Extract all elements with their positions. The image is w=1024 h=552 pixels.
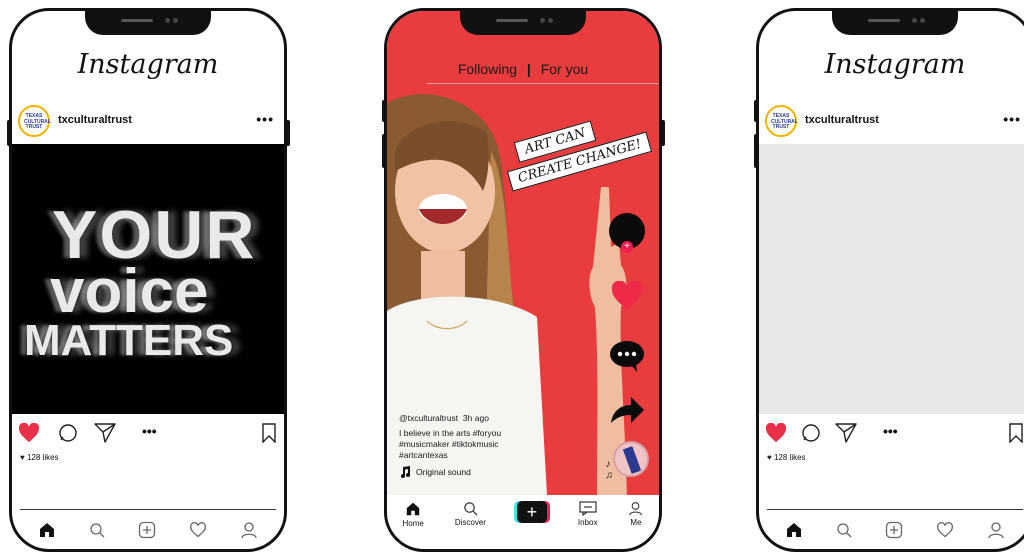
post-text-line-3: MATTERS	[24, 316, 234, 365]
tab-for-you[interactable]: For you	[541, 61, 588, 77]
like-heart-icon[interactable]	[609, 281, 645, 311]
caption-line-3: #artcantexas	[399, 450, 448, 460]
creator-avatar[interactable]: +	[609, 213, 645, 253]
search-icon[interactable]	[89, 522, 105, 538]
video-caption: @txculturaltrust 3h ago I believe in the…	[399, 413, 501, 461]
nav-inbox[interactable]: Inbox	[577, 501, 598, 527]
bottom-nav	[22, 517, 274, 543]
tab-following[interactable]: Following	[458, 61, 517, 77]
tab-separator: |	[526, 61, 531, 77]
more-actions-icon[interactable]: •••	[142, 423, 157, 439]
post-image-placeholder[interactable]	[759, 144, 1024, 414]
follow-plus-icon[interactable]: +	[621, 241, 633, 253]
bottom-nav: Home Discover + Inbox Me	[387, 495, 659, 549]
phone-side-button	[382, 134, 386, 168]
avatar[interactable]: TEXAS CULTURAL TRUST	[765, 105, 798, 137]
heart-icon[interactable]	[18, 423, 40, 443]
inbox-icon	[579, 501, 597, 516]
post-username[interactable]: txculturaltrust	[805, 114, 879, 126]
phone-instagram-post: Instagram TEXAS CULTURAL TRUST txculturalt…	[9, 8, 287, 552]
post-header: TEXAS CULTURAL TRUST txculturaltrust •••	[18, 105, 278, 141]
sound-label: Original sound	[416, 467, 471, 477]
heart-icon[interactable]	[765, 423, 787, 443]
home-icon[interactable]	[38, 521, 56, 539]
home-icon	[406, 502, 420, 516]
bottom-nav	[769, 517, 1021, 543]
nav-home[interactable]: Home	[402, 501, 424, 528]
search-icon	[464, 502, 478, 516]
nav-create[interactable]: +	[516, 501, 547, 523]
bookmark-icon[interactable]	[262, 423, 276, 443]
phone-side-button	[754, 134, 758, 168]
likes-count: ♥ 128 likes	[767, 453, 806, 462]
share-icon[interactable]	[94, 423, 116, 443]
create-plus-button[interactable]: +	[516, 501, 547, 523]
post-username[interactable]: txculturaltrust	[58, 114, 132, 126]
comment-icon[interactable]	[58, 423, 78, 443]
video-background[interactable]: Following | For you ART CAN CREATE CHANG…	[387, 11, 659, 549]
activity-heart-icon[interactable]	[936, 522, 954, 538]
music-note-icon	[401, 466, 410, 478]
post-actions: •••	[18, 421, 276, 447]
comment-icon[interactable]	[801, 423, 821, 443]
more-actions-icon[interactable]: •••	[883, 423, 898, 439]
home-icon[interactable]	[785, 521, 803, 539]
search-icon[interactable]	[836, 522, 852, 538]
phone-instagram-empty: Instagram TEXAS CULTURAL TRUST txculturalt…	[756, 8, 1024, 552]
nav-discover[interactable]: Discover	[455, 501, 486, 527]
music-notes-icon: ♪ ♫	[605, 459, 614, 481]
phone-side-button	[661, 120, 665, 146]
phone-side-button	[7, 120, 11, 146]
share-icon[interactable]	[835, 423, 857, 443]
profile-icon[interactable]	[240, 521, 258, 539]
sound-disc-icon[interactable]	[613, 441, 649, 477]
caption-time: 3h ago	[462, 413, 489, 423]
more-options-icon[interactable]: •••	[256, 111, 274, 127]
phone-side-button	[286, 120, 290, 146]
activity-heart-icon[interactable]	[189, 522, 207, 538]
caption-line-1: I believe in the arts #foryou	[399, 428, 502, 438]
more-options-icon[interactable]: •••	[1003, 111, 1021, 127]
nav-me[interactable]: Me	[628, 501, 643, 527]
phone-notch	[85, 11, 211, 35]
instagram-logo: Instagram	[824, 49, 966, 80]
phone-side-button	[754, 100, 758, 122]
likes-count: ♥ 128 likes	[20, 453, 59, 462]
divider	[767, 509, 1023, 510]
share-arrow-icon[interactable]	[609, 395, 645, 425]
profile-icon	[629, 502, 643, 516]
profile-icon[interactable]	[987, 521, 1005, 539]
bookmark-icon[interactable]	[1009, 423, 1023, 443]
phone-side-button	[382, 100, 386, 122]
nav-inbox-label: Inbox	[577, 518, 598, 527]
add-post-icon[interactable]	[138, 521, 156, 539]
add-post-icon[interactable]	[885, 521, 903, 539]
nav-discover-label: Discover	[454, 518, 486, 527]
feed-tabs: Following | For you	[387, 61, 659, 77]
caption-username[interactable]: @txculturaltrust	[399, 413, 458, 423]
phone-notch	[460, 11, 586, 35]
post-image[interactable]: YOUR voice MATTERS	[12, 144, 284, 414]
instagram-logo: Instagram	[77, 49, 219, 80]
original-sound[interactable]: Original sound	[399, 465, 471, 479]
comment-bubble-icon[interactable]	[609, 339, 645, 373]
post-actions: •••	[765, 421, 1023, 447]
phone-tiktok: Following | For you ART CAN CREATE CHANG…	[384, 8, 662, 552]
nav-me-label: Me	[630, 518, 642, 527]
divider	[20, 509, 276, 510]
avatar[interactable]: TEXAS CULTURAL TRUST	[18, 105, 51, 137]
post-header: TEXAS CULTURAL TRUST txculturaltrust •••	[765, 105, 1024, 141]
nav-home-label: Home	[402, 519, 424, 528]
phone-notch	[832, 11, 958, 35]
caption-line-2: #musicmaker #tiktokmusic	[399, 439, 499, 449]
top-divider-line	[427, 83, 659, 84]
